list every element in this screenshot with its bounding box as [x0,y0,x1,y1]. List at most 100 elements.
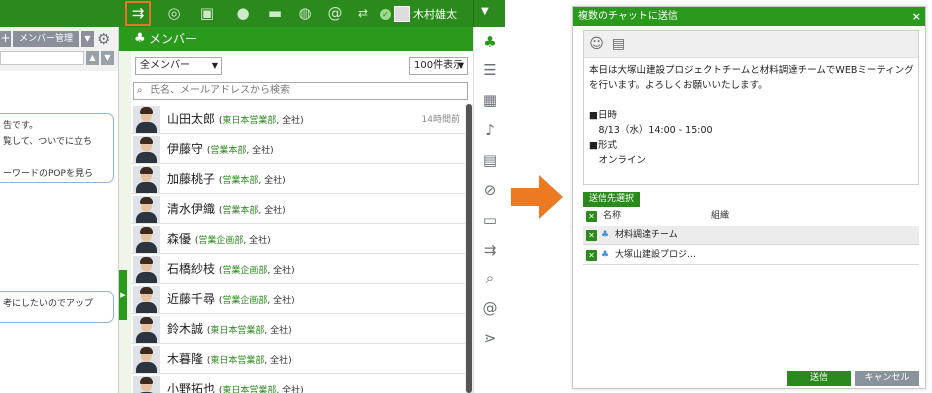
cancel-button[interactable]: キャンセル [855,371,919,386]
gear-icon[interactable]: ⚙ [97,30,110,48]
member-row[interactable]: 木暮隆 (東日本営業部, 全社) [131,344,466,374]
chat-pane: + メンバー管理 ▼ ⚙ ▲ ▼ 告です。 覧して、ついでに立ち ーワードのPO… [0,27,118,393]
member-search-input[interactable]: ⌕ 氏名、メールアドレスから検索 [133,82,468,100]
close-icon[interactable]: ✕ [586,230,597,241]
member-name: 木暮隆 [167,352,204,366]
members-icon[interactable]: ♣ [481,33,499,51]
member-dept: 営業本部 [210,146,247,156]
panel-stripe [119,51,131,393]
at-icon[interactable]: @ [481,299,499,317]
member-name: 鈴木誠 [167,322,204,336]
scrollbar[interactable] [465,104,473,393]
column-org: 組織 [711,211,730,221]
search-icon[interactable]: ⌕ [481,269,499,287]
member-row[interactable]: 伊藤守 (営業本部, 全社) [131,134,466,164]
member-row[interactable]: 石橋紗枝 (営業企画部, 全社) [131,254,466,284]
avatar [133,376,160,393]
close-icon[interactable]: ✕ [586,250,597,261]
icon-rail: ♣ ☰ ▦ ♪ ▤ ⊘ ▭ ⇉ ⌕ @ ⋗ [473,27,505,393]
close-icon[interactable]: ✕ [586,211,597,222]
member-panel-header: ♣ メンバー [119,27,474,51]
dialog-title: 複数のチャットに送信 [578,11,678,22]
chat-pane-toolbar: + メンバー管理 ▼ ⚙ [0,30,118,49]
member-row[interactable]: 山田太郎 (東日本営業部, 全社) 14時間前 [131,104,466,134]
message-bubble: 告です。 覧して、ついでに立ち ーワードのPOPを見ら [0,113,114,183]
member-name-line: 伊藤守 (営業本部, 全社) [167,142,274,156]
member-name: 加藤桃子 [167,172,216,186]
select-targets-button[interactable]: 送信先選択 [583,192,641,207]
chevron-down-icon: ▼ [211,61,218,70]
chat-forward-icon[interactable]: ⇉ [125,1,151,26]
member-dept: 東日本営業部 [222,386,277,393]
at-icon[interactable]: @ [325,4,345,23]
member-name-line: 加藤桃子 (営業本部, 全社) [167,172,286,186]
member-name-line: 近藤千尋 (営業企画部, 全社) [167,292,295,306]
member-org: 全社 [264,206,283,216]
add-button[interactable]: + [0,31,11,47]
calendar-icon[interactable]: ▦ [481,91,499,109]
board-icon[interactable]: ▤ [481,151,499,169]
member-row[interactable]: 加藤桃子 (営業本部, 全社) [131,164,466,194]
member-org: 全社 [273,296,292,306]
avatar [133,316,160,343]
member-dept: 営業企画部 [222,296,268,306]
bell-icon[interactable]: ♪ [481,121,499,139]
member-row[interactable]: 清水伊織 (営業本部, 全社) [131,194,466,224]
close-icon[interactable]: × [912,7,921,26]
message-text[interactable]: 本日は大塚山建設プロジェクトチームと材料調達チームでWEBミーティングを行います… [589,63,915,168]
member-row[interactable]: 鈴木誠 (東日本営業部, 全社) [131,314,466,344]
page-size-select[interactable]: 100件表示 ▼ [409,57,468,75]
app-window: ⇉ ◎ ▣ ● ▬ ◍ @ ⇄ ✓ 木村雄太 ▼ + メンバー管理 ▼ ⚙ ▲ … [0,0,505,393]
multi-send-dialog: 複数のチャットに送信 × ☺ ▤ 本日は大塚山建設プロジェクトチームと材料調達チ… [572,6,926,389]
member-row[interactable]: 小野拓也 (東日本営業部, 全社) [131,374,466,393]
message-icon[interactable]: ▭ [481,211,499,229]
dialog-title-bar: 複数のチャットに送信 × [573,7,925,26]
member-filter-select[interactable]: 全メンバー ▼ [135,57,222,75]
chevron-down-icon[interactable]: ▼ [81,31,94,47]
member-row[interactable]: 近藤千尋 (営業企画部, 全社) [131,284,466,314]
swap-icon[interactable]: ⇄ [353,4,373,23]
avatar [394,6,410,22]
members-icon: ♣ [134,31,146,46]
member-name-line: 小野拓也 (東日本営業部, 全社) [167,380,304,393]
chevron-down-icon[interactable]: ▼ [481,6,489,17]
avatar [133,196,160,223]
user-badge[interactable]: ✓ 木村雄太 [380,5,457,23]
member-name: 石橋紗枝 [167,262,216,276]
member-dept: 営業企画部 [198,236,244,246]
member-manage-button[interactable]: メンバー管理 [13,31,79,47]
emoji-icon[interactable]: ☺ [588,36,605,53]
paperclip-icon[interactable]: ⊘ [481,181,499,199]
scroll-down-icon[interactable]: ▼ [101,51,114,65]
list-icon[interactable]: ☰ [481,61,499,79]
target-row: ✕ ♣ 大塚山建設プロジ… [583,246,919,265]
member-panel-title: メンバー [149,32,198,46]
member-name: 森優 [167,232,192,246]
chat-bubble-icon[interactable]: ◎ [164,4,184,23]
comment-icon[interactable]: ▬ [265,4,285,23]
target-name: 大塚山建設プロジ… [615,250,697,260]
chat-messages: 告です。 覧して、ついでに立ち ーワードのPOPを見ら 考にしたいのでアップ [0,71,118,393]
filter-icon[interactable]: ⋗ [481,329,499,347]
globe-icon[interactable]: ◍ [295,4,315,23]
avatar [133,256,160,283]
member-name: 小野拓也 [167,382,216,393]
member-org: 全社 [252,146,271,156]
scrollbar-thumb[interactable] [466,104,472,393]
last-active: 14時間前 [421,115,460,125]
chat-filter-input[interactable] [0,51,84,65]
template-icon[interactable]: ▤ [610,36,627,53]
scroll-up-icon[interactable]: ▲ [86,51,99,65]
member-row[interactable]: 森優 (営業企画部, 全社) [131,224,466,254]
message-editor[interactable]: ☺ ▤ 本日は大塚山建設プロジェクトチームと材料調達チームでWEBミーティングを… [583,30,919,185]
group-icon: ♣ [601,250,610,260]
avatar [133,226,160,253]
clipboard-icon[interactable]: ▣ [197,4,217,23]
person-icon[interactable]: ● [233,4,253,23]
member-name: 伊藤守 [167,142,204,156]
member-org: 全社 [264,176,283,186]
collapse-handle[interactable]: ▶ [119,270,127,320]
member-dept: 営業本部 [222,176,259,186]
forward-icon[interactable]: ⇉ [481,241,499,259]
send-button[interactable]: 送信 [787,371,851,386]
